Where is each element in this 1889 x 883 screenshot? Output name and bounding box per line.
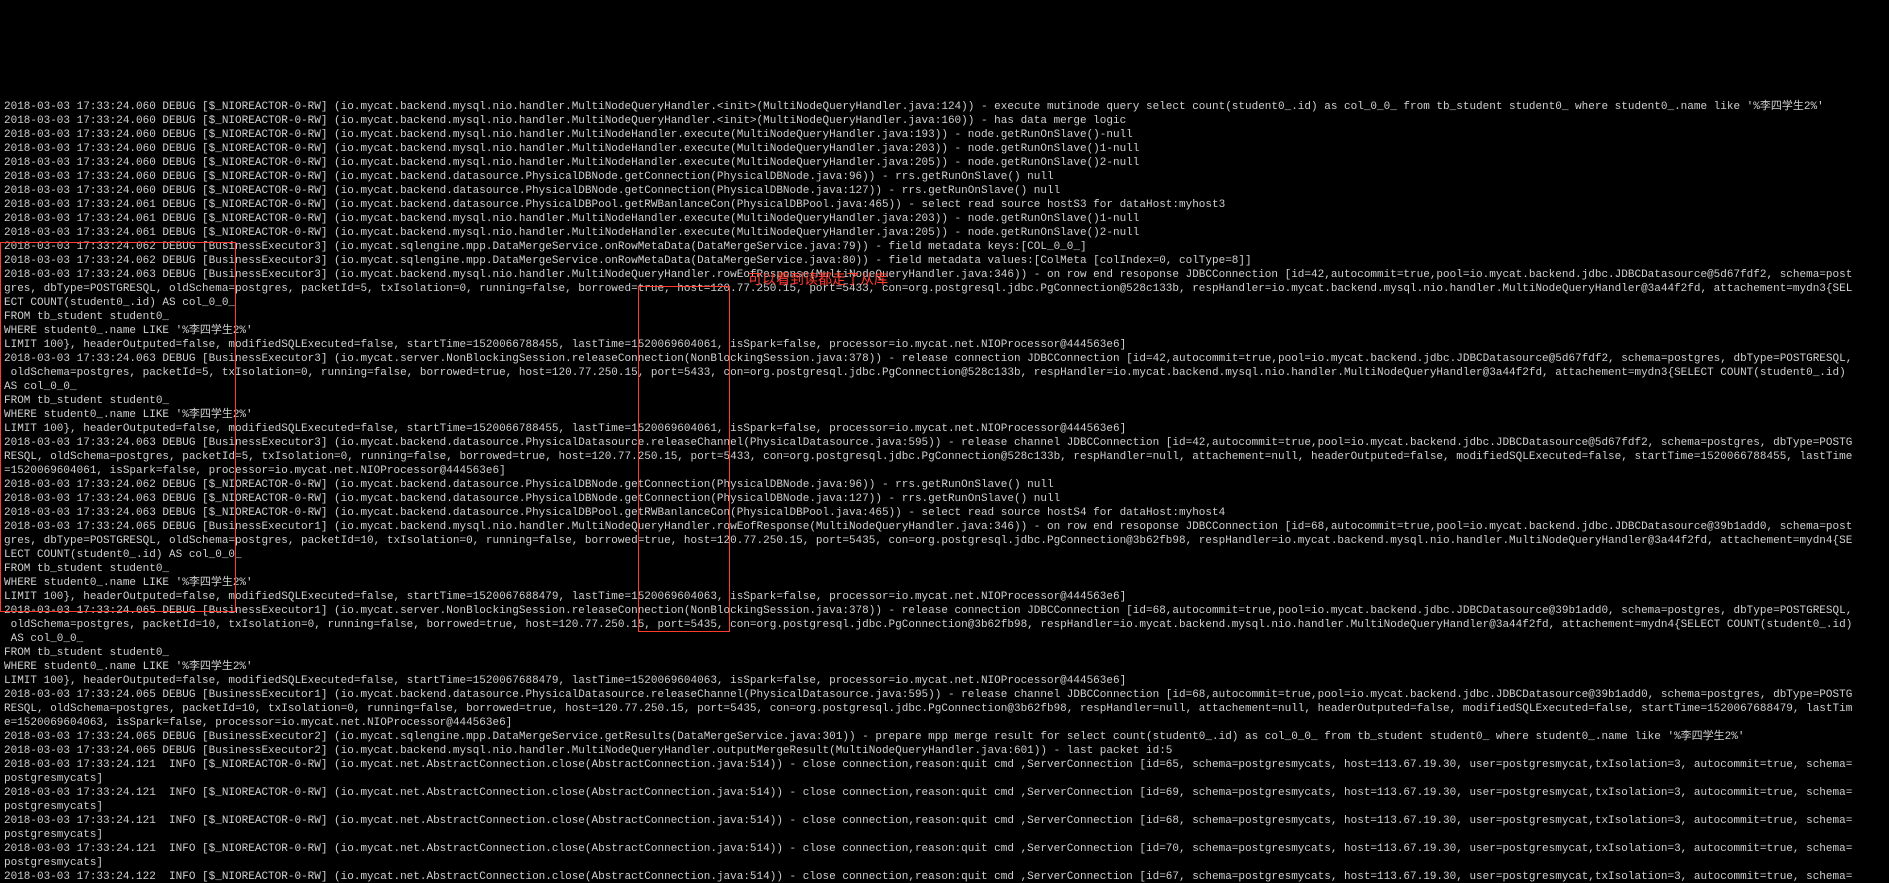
log-line: 2018-03-03 17:33:24.121 INFO [$_NIOREACT… [4, 786, 1885, 800]
log-line: 2018-03-03 17:33:24.063 DEBUG [BusinessE… [4, 352, 1885, 366]
log-line: FROM tb_student student0_ [4, 310, 1885, 324]
log-line: 2018-03-03 17:33:24.061 DEBUG [$_NIOREAC… [4, 198, 1885, 212]
log-line: FROM tb_student student0_ [4, 562, 1885, 576]
log-line: 2018-03-03 17:33:24.061 DEBUG [$_NIOREAC… [4, 212, 1885, 226]
log-line: 2018-03-03 17:33:24.060 DEBUG [$_NIOREAC… [4, 184, 1885, 198]
log-line: 2018-03-03 17:33:24.062 DEBUG [BusinessE… [4, 240, 1885, 254]
log-line: gres, dbType=POSTGRESQL, oldSchema=postg… [4, 282, 1885, 296]
log-line: RESQL, oldSchema=postgres, packetId=5, t… [4, 450, 1885, 464]
log-line: FROM tb_student student0_ [4, 394, 1885, 408]
log-line: e=1520069604063, isSpark=false, processo… [4, 716, 1885, 730]
log-line: LIMIT 100}, headerOutputed=false, modifi… [4, 674, 1885, 688]
log-line: postgresmycats] [4, 828, 1885, 842]
log-line: 2018-03-03 17:33:24.065 DEBUG [BusinessE… [4, 520, 1885, 534]
log-line: oldSchema=postgres, packetId=10, txIsola… [4, 618, 1885, 632]
log-line: WHERE student0_.name LIKE '%李四学生2%' [4, 324, 1885, 338]
log-line: postgresmycats] [4, 800, 1885, 814]
terminal-log-view[interactable]: 2018-03-03 17:33:24.060 DEBUG [$_NIOREAC… [0, 70, 1889, 883]
log-line: 2018-03-03 17:33:24.065 DEBUG [BusinessE… [4, 604, 1885, 618]
log-line: ECT COUNT(student0_.id) AS col_0_0_ [4, 296, 1885, 310]
log-line: 2018-03-03 17:33:24.065 DEBUG [BusinessE… [4, 730, 1885, 744]
log-line: 2018-03-03 17:33:24.121 INFO [$_NIOREACT… [4, 814, 1885, 828]
log-line: 2018-03-03 17:33:24.060 DEBUG [$_NIOREAC… [4, 128, 1885, 142]
log-line: AS col_0_0_ [4, 632, 1885, 646]
log-line: LIMIT 100}, headerOutputed=false, modifi… [4, 338, 1885, 352]
log-line: WHERE student0_.name LIKE '%李四学生2%' [4, 576, 1885, 590]
log-lines: 2018-03-03 17:33:24.060 DEBUG [$_NIOREAC… [4, 100, 1885, 883]
annotation-text: 可以看到读都走了从库 [748, 272, 888, 286]
log-line: 2018-03-03 17:33:24.065 DEBUG [BusinessE… [4, 688, 1885, 702]
log-line: 2018-03-03 17:33:24.060 DEBUG [$_NIOREAC… [4, 114, 1885, 128]
log-line: FROM tb_student student0_ [4, 646, 1885, 660]
log-line: 2018-03-03 17:33:24.063 DEBUG [$_NIOREAC… [4, 506, 1885, 520]
log-line: 2018-03-03 17:33:24.060 DEBUG [$_NIOREAC… [4, 156, 1885, 170]
log-line: LIMIT 100}, headerOutputed=false, modifi… [4, 590, 1885, 604]
log-line: WHERE student0_.name LIKE '%李四学生2%' [4, 408, 1885, 422]
log-line: AS col_0_0_ [4, 380, 1885, 394]
log-line: RESQL, oldSchema=postgres, packetId=10, … [4, 702, 1885, 716]
log-line: WHERE student0_.name LIKE '%李四学生2%' [4, 660, 1885, 674]
log-line: 2018-03-03 17:33:24.062 DEBUG [BusinessE… [4, 254, 1885, 268]
log-line: 2018-03-03 17:33:24.061 DEBUG [$_NIOREAC… [4, 226, 1885, 240]
log-line: 2018-03-03 17:33:24.060 DEBUG [$_NIOREAC… [4, 170, 1885, 184]
log-line: 2018-03-03 17:33:24.063 DEBUG [$_NIOREAC… [4, 492, 1885, 506]
log-line: 2018-03-03 17:33:24.121 INFO [$_NIOREACT… [4, 758, 1885, 772]
log-line: =1520069604061, isSpark=false, processor… [4, 464, 1885, 478]
log-line: postgresmycats] [4, 772, 1885, 786]
log-line: LIMIT 100}, headerOutputed=false, modifi… [4, 422, 1885, 436]
log-line: LECT COUNT(student0_.id) AS col_0_0_ [4, 548, 1885, 562]
log-line: 2018-03-03 17:33:24.063 DEBUG [BusinessE… [4, 436, 1885, 450]
log-line: 2018-03-03 17:33:24.060 DEBUG [$_NIOREAC… [4, 142, 1885, 156]
log-line: 2018-03-03 17:33:24.122 INFO [$_NIOREACT… [4, 870, 1885, 883]
log-line: oldSchema=postgres, packetId=5, txIsolat… [4, 366, 1885, 380]
log-line: gres, dbType=POSTGRESQL, oldSchema=postg… [4, 534, 1885, 548]
log-line: 2018-03-03 17:33:24.065 DEBUG [BusinessE… [4, 744, 1885, 758]
log-line: 2018-03-03 17:33:24.121 INFO [$_NIOREACT… [4, 842, 1885, 856]
log-line: postgresmycats] [4, 856, 1885, 870]
log-line: 2018-03-03 17:33:24.062 DEBUG [$_NIOREAC… [4, 478, 1885, 492]
log-line: 2018-03-03 17:33:24.063 DEBUG [BusinessE… [4, 268, 1885, 282]
log-line: 2018-03-03 17:33:24.060 DEBUG [$_NIOREAC… [4, 100, 1885, 114]
